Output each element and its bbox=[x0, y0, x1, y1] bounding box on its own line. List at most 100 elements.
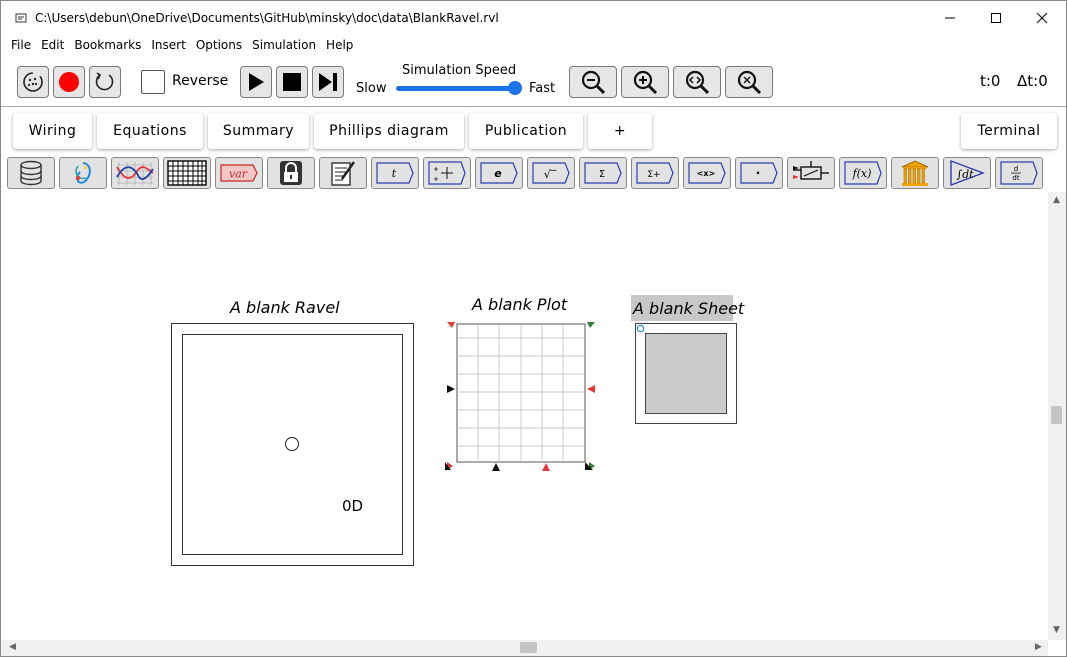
reset-icon bbox=[23, 72, 43, 92]
sqrt-button[interactable]: √‾ bbox=[527, 157, 575, 189]
note-button[interactable] bbox=[319, 157, 367, 189]
sum-icon-label: Σ bbox=[599, 169, 605, 180]
run-button[interactable] bbox=[240, 66, 272, 98]
sum-icon: Σ bbox=[584, 162, 622, 184]
time-readout: t:0 bbox=[980, 72, 1001, 90]
euler-constant-button[interactable]: e bbox=[475, 157, 523, 189]
tab-terminal[interactable]: Terminal bbox=[961, 113, 1057, 149]
stop-button[interactable] bbox=[276, 66, 308, 98]
user-function-icon: f(x) bbox=[844, 161, 882, 185]
record-icon bbox=[59, 72, 79, 92]
dot-icon-label: · bbox=[756, 166, 761, 180]
step-icon bbox=[319, 73, 337, 91]
horizontal-scrollbar[interactable]: ◀ ▶ bbox=[1, 640, 1048, 656]
record-button[interactable] bbox=[53, 66, 85, 98]
wiring-canvas[interactable]: A blank Ravel 0D A blank Plot A blank Sh… bbox=[1, 192, 1048, 640]
mean-icon: <x> bbox=[688, 162, 726, 184]
variable-button[interactable]: var bbox=[215, 157, 263, 189]
sqrt-icon-label: √‾ bbox=[544, 168, 557, 181]
vertical-scrollbar[interactable]: ▲ ▼ bbox=[1048, 192, 1066, 640]
menu-options[interactable]: Options bbox=[191, 35, 247, 55]
zoom-in-icon bbox=[633, 70, 658, 95]
godley-table-button[interactable] bbox=[891, 157, 939, 189]
tab-phillips-diagram[interactable]: Phillips diagram bbox=[314, 113, 464, 149]
scroll-down-icon[interactable]: ▼ bbox=[1053, 625, 1060, 635]
simulation-toolbar: Reverse Simulation Speed Slow Fast t:0 Δ… bbox=[1, 57, 1066, 107]
recording-replay-button[interactable] bbox=[89, 66, 121, 98]
close-button[interactable] bbox=[1019, 1, 1065, 35]
scroll-right-icon[interactable]: ▶ bbox=[1035, 642, 1042, 652]
window-title: C:\Users\debun\OneDrive\Documents\GitHub… bbox=[35, 11, 499, 25]
plot-icon bbox=[116, 162, 154, 185]
sheet-resize-icon[interactable] bbox=[636, 324, 645, 333]
zoom-fit-icon bbox=[685, 70, 710, 95]
speed-title: Simulation Speed bbox=[402, 63, 517, 78]
speed-slider-track[interactable] bbox=[396, 86, 518, 91]
integral-button[interactable]: ∫dt bbox=[943, 157, 991, 189]
euler-icon: e bbox=[480, 162, 518, 184]
sum-button[interactable]: Σ bbox=[579, 157, 627, 189]
plot-widget[interactable] bbox=[443, 320, 599, 474]
derivative-icon-bottom: dt bbox=[1012, 174, 1019, 182]
sheet-button[interactable] bbox=[163, 157, 211, 189]
tab-summary[interactable]: Summary bbox=[208, 113, 309, 149]
euler-icon-label: e bbox=[494, 167, 502, 180]
variable-icon: var bbox=[220, 164, 258, 182]
zoom-in-button[interactable] bbox=[621, 66, 669, 98]
reset-button[interactable] bbox=[17, 66, 49, 98]
mean-button[interactable]: <x> bbox=[683, 157, 731, 189]
integrate-button[interactable] bbox=[423, 157, 471, 189]
derivative-button[interactable]: d dt bbox=[995, 157, 1043, 189]
running-sum-button[interactable]: Σ+ bbox=[631, 157, 679, 189]
derivative-icon: d dt bbox=[1000, 161, 1038, 185]
minimize-icon bbox=[945, 17, 955, 19]
sqrt-icon: √‾ bbox=[532, 162, 570, 184]
stop-icon bbox=[283, 73, 301, 91]
ravel-handle[interactable] bbox=[285, 437, 299, 451]
menu-bar: File Edit Bookmarks Insert Options Simul… bbox=[1, 35, 358, 55]
app-icon bbox=[15, 13, 27, 23]
godley-variable-button[interactable] bbox=[59, 157, 107, 189]
scroll-up-icon[interactable]: ▲ bbox=[1053, 195, 1060, 205]
scroll-left-icon[interactable]: ◀ bbox=[9, 642, 16, 652]
reset-zoom-button[interactable] bbox=[725, 66, 773, 98]
mean-icon-label: <x> bbox=[697, 169, 716, 178]
zoom-out-icon bbox=[581, 70, 606, 95]
derivative-icon-top: d bbox=[1014, 165, 1018, 173]
zoom-to-fit-button[interactable] bbox=[673, 66, 721, 98]
menu-help[interactable]: Help bbox=[321, 35, 358, 55]
sheet-icon bbox=[167, 160, 207, 186]
maximize-button[interactable] bbox=[973, 1, 1019, 35]
menu-bookmarks[interactable]: Bookmarks bbox=[69, 35, 146, 55]
menu-simulation[interactable]: Simulation bbox=[247, 35, 321, 55]
step-button[interactable] bbox=[312, 66, 344, 98]
reverse-checkbox[interactable] bbox=[141, 70, 165, 94]
speed-slider-thumb[interactable] bbox=[508, 81, 522, 95]
godley-table-icon bbox=[901, 160, 929, 186]
switch-icon bbox=[793, 161, 829, 180]
tab-bar: Wiring Equations Summary Phillips diagra… bbox=[1, 108, 1066, 154]
database-button[interactable] bbox=[7, 157, 55, 189]
tab-add[interactable]: + bbox=[588, 113, 652, 149]
user-function-button[interactable]: f(x) bbox=[839, 157, 887, 189]
minimize-button[interactable] bbox=[927, 1, 973, 35]
menu-edit[interactable]: Edit bbox=[36, 35, 69, 55]
app-window: C:\Users\debun\OneDrive\Documents\GitHub… bbox=[0, 0, 1067, 657]
plot-button[interactable] bbox=[111, 157, 159, 189]
tab-publication[interactable]: Publication bbox=[469, 113, 583, 149]
tab-wiring[interactable]: Wiring bbox=[13, 113, 92, 149]
vertical-scroll-thumb[interactable] bbox=[1051, 406, 1062, 424]
horizontal-scroll-thumb[interactable] bbox=[520, 642, 537, 653]
ravel-label: A blank Ravel bbox=[230, 298, 340, 317]
plot-label: A blank Plot bbox=[472, 295, 568, 314]
zoom-out-button[interactable] bbox=[569, 66, 617, 98]
menu-file[interactable]: File bbox=[6, 35, 36, 55]
maximize-icon bbox=[991, 13, 1001, 23]
variable-icon-label: var bbox=[229, 168, 248, 181]
dot-product-button[interactable]: · bbox=[735, 157, 783, 189]
lock-button[interactable] bbox=[267, 157, 315, 189]
switch-button[interactable] bbox=[787, 157, 835, 189]
menu-insert[interactable]: Insert bbox=[146, 35, 190, 55]
tab-equations[interactable]: Equations bbox=[97, 113, 203, 149]
time-button[interactable]: t bbox=[371, 157, 419, 189]
